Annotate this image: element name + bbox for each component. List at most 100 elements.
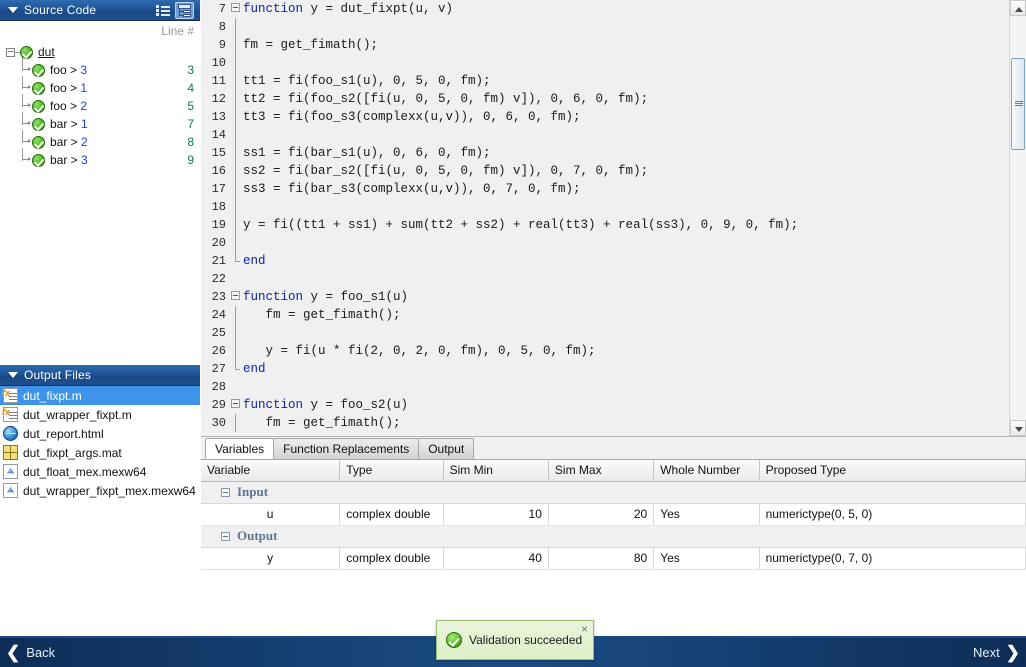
code-line[interactable]: 20 — [201, 234, 1009, 252]
tree-item[interactable]: bar > 3 9 — [0, 147, 200, 169]
code-line[interactable]: 16 ss2 = fi(bar_s2([fi(u, 0, 5, 0, fm) v]… — [201, 162, 1009, 180]
code-line[interactable]: 28 — [201, 378, 1009, 396]
code-line[interactable]: 23 function y = foo_s1(u) — [201, 288, 1009, 306]
output-files-panel-header[interactable]: Output Files — [0, 365, 200, 386]
source-code-tree[interactable]: Line # dut foo > 3 3 foo > 1 — [0, 21, 200, 365]
tree-root-dut[interactable]: dut — [0, 43, 200, 61]
code-fold-column[interactable] — [229, 198, 243, 216]
scroll-down-button[interactable] — [1010, 420, 1026, 436]
tree-item[interactable]: bar > 1 7 — [0, 111, 200, 133]
group-expander-icon[interactable] — [221, 532, 230, 541]
code-line[interactable]: 21 end — [201, 252, 1009, 270]
list-item[interactable]: dut_float_mex.mexw64 — [0, 462, 200, 481]
scrollbar-thumb[interactable] — [1011, 58, 1025, 150]
code-lines-container[interactable]: 7 function y = dut_fixpt(u, v) 8 9 fm = get_… — [201, 0, 1009, 436]
cell-proposed-type[interactable]: numerictype(0, 7, 0) — [759, 547, 1026, 570]
code-fold-column[interactable] — [229, 378, 243, 396]
collapse-triangle-icon[interactable] — [8, 7, 18, 13]
code-line[interactable]: 12 tt2 = fi(foo_s2([fi(u, 0, 5, 0, fm) v]… — [201, 90, 1009, 108]
code-fold-column[interactable] — [229, 288, 243, 306]
table-row[interactable]: y complex double 40 80 Yes numerictype(0… — [201, 547, 1026, 570]
code-fold-column[interactable] — [229, 360, 243, 378]
fold-toggle-icon[interactable] — [231, 3, 240, 12]
code-fold-column[interactable] — [229, 90, 243, 108]
code-fold-column[interactable] — [229, 414, 243, 432]
code-fold-column[interactable] — [229, 234, 243, 252]
list-item[interactable]: dut_wrapper_fixpt.m — [0, 405, 200, 424]
code-line[interactable]: 19 y = fi((tt1 + ss1) + sum(tt2 + ss2) + … — [201, 216, 1009, 234]
code-fold-column[interactable] — [229, 126, 243, 144]
code-line[interactable]: 22 — [201, 270, 1009, 288]
tab-output[interactable]: Output — [418, 438, 475, 459]
tree-item[interactable]: bar > 2 8 — [0, 129, 200, 151]
code-fold-column[interactable] — [229, 108, 243, 126]
next-button[interactable]: Next ❯ — [967, 643, 1020, 663]
code-line[interactable]: 24 fm = get_fimath(); — [201, 306, 1009, 324]
code-fold-column[interactable] — [229, 306, 243, 324]
variables-table-container[interactable]: Variable Type Sim Min Sim Max Whole Numb… — [201, 459, 1026, 636]
code-fold-column[interactable] — [229, 270, 243, 288]
code-line[interactable]: 15 ss1 = fi(bar_s1(u), 0, 6, 0, fm); — [201, 144, 1009, 162]
code-line[interactable]: 18 — [201, 198, 1009, 216]
column-header-whole-number[interactable]: Whole Number — [653, 460, 760, 482]
code-line[interactable]: 26 y = fi(u * fi(2, 0, 2, 0, fm), 0, 5, … — [201, 342, 1009, 360]
table-group-row[interactable]: Input — [201, 481, 1026, 504]
table-group-row[interactable]: Output — [201, 525, 1026, 548]
list-item[interactable]: dut_fixpt_args.mat — [0, 443, 200, 462]
group-expander-icon[interactable] — [221, 488, 230, 497]
tree-item[interactable]: foo > 3 3 — [0, 57, 200, 79]
tab-function-replacements[interactable]: Function Replacements — [273, 438, 420, 459]
code-fold-column[interactable] — [229, 72, 243, 90]
tree-view-icon[interactable] — [175, 1, 194, 19]
code-fold-column[interactable] — [229, 0, 243, 18]
column-header-variable[interactable]: Variable — [201, 460, 341, 482]
back-button[interactable]: ❮ Back — [6, 643, 61, 663]
code-line[interactable]: 27 end — [201, 360, 1009, 378]
scroll-up-button[interactable] — [1010, 0, 1026, 16]
column-header-sim-max[interactable]: Sim Max — [548, 460, 655, 482]
code-line[interactable]: 7 function y = dut_fixpt(u, v) — [201, 0, 1009, 18]
code-line[interactable]: 11 tt1 = fi(foo_s1(u), 0, 5, 0, fm); — [201, 72, 1009, 90]
close-icon[interactable]: × — [581, 623, 588, 635]
column-header-proposed-type[interactable]: Proposed Type — [759, 460, 1026, 482]
code-fold-column[interactable] — [229, 324, 243, 342]
code-fold-column[interactable] — [229, 396, 243, 414]
list-item[interactable]: dut_wrapper_fixpt_mex.mexw64 — [0, 481, 200, 500]
editor-vertical-scrollbar[interactable] — [1009, 0, 1026, 436]
code-fold-column[interactable] — [229, 162, 243, 180]
code-fold-column[interactable] — [229, 36, 243, 54]
tree-root-label[interactable]: dut — [38, 45, 55, 59]
code-line[interactable]: 8 — [201, 18, 1009, 36]
code-editor[interactable]: 7 function y = dut_fixpt(u, v) 8 9 fm = get_… — [201, 0, 1026, 436]
code-line[interactable]: 25 — [201, 324, 1009, 342]
source-code-panel-header[interactable]: Source Code — [0, 0, 200, 21]
output-files-list[interactable]: dut_fixpt.m dut_wrapper_fixpt.m dut_repo… — [0, 386, 200, 636]
code-line[interactable]: 30 fm = get_fimath(); — [201, 414, 1009, 432]
code-fold-column[interactable] — [229, 180, 243, 198]
code-fold-column[interactable] — [229, 144, 243, 162]
tree-item[interactable]: foo > 2 5 — [0, 93, 200, 115]
code-line[interactable]: 14 — [201, 126, 1009, 144]
fold-toggle-icon[interactable] — [231, 291, 240, 300]
code-fold-column[interactable] — [229, 216, 243, 234]
collapse-triangle-icon[interactable] — [8, 372, 18, 378]
code-line[interactable]: 9 fm = get_fimath(); — [201, 36, 1009, 54]
code-line[interactable]: 29 function y = foo_s2(u) — [201, 396, 1009, 414]
column-header-type[interactable]: Type — [339, 460, 444, 482]
code-fold-column[interactable] — [229, 342, 243, 360]
fold-toggle-icon[interactable] — [231, 399, 240, 408]
code-fold-column[interactable] — [229, 252, 243, 270]
code-fold-column[interactable] — [229, 18, 243, 36]
table-row[interactable]: u complex double 10 20 Yes numerictype(0… — [201, 503, 1026, 526]
expander-icon[interactable] — [6, 47, 15, 57]
code-line[interactable]: 13 tt3 = fi(foo_s3(complexx(u,v)), 0, 6, … — [201, 108, 1009, 126]
tab-variables[interactable]: Variables — [205, 438, 275, 459]
tree-item[interactable]: foo > 1 4 — [0, 75, 200, 97]
code-line[interactable]: 10 — [201, 54, 1009, 72]
list-item[interactable]: dut_report.html — [0, 424, 200, 443]
cell-proposed-type[interactable]: numerictype(0, 5, 0) — [759, 503, 1026, 526]
list-item[interactable]: dut_fixpt.m — [0, 386, 200, 405]
code-fold-column[interactable] — [229, 54, 243, 72]
code-line[interactable]: 17 ss3 = fi(bar_s3(complexx(u,v)), 0, 7, … — [201, 180, 1009, 198]
list-view-icon[interactable] — [153, 2, 172, 19]
